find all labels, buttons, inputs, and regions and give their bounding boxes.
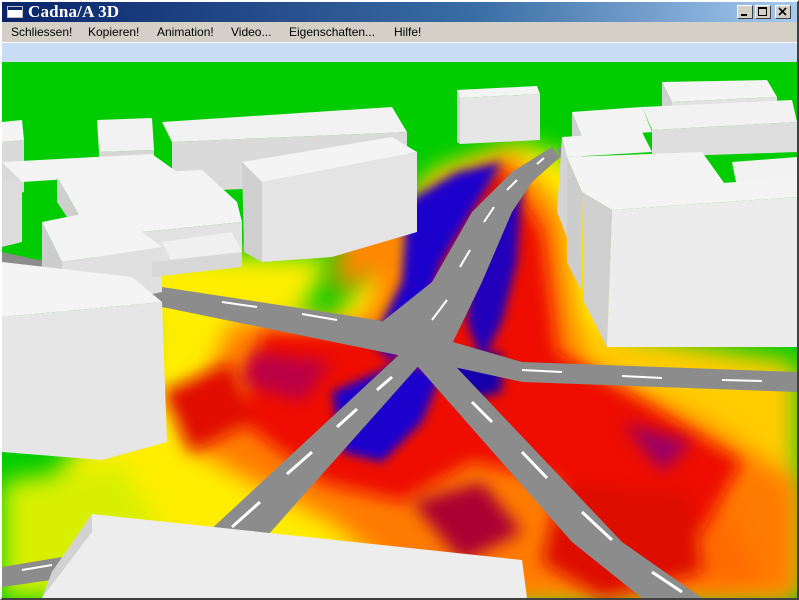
noise-map-scene[interactable]	[2, 62, 797, 598]
menu-properties[interactable]: Eigenschaften...	[289, 25, 375, 39]
building	[457, 86, 540, 144]
menu-close[interactable]: Schliessen!	[11, 25, 72, 39]
menu-animation[interactable]: Animation!	[157, 25, 214, 39]
menu-help[interactable]: Hilfe!	[394, 25, 421, 39]
menu-copy[interactable]: Kopieren!	[88, 25, 139, 39]
minimize-icon	[741, 14, 747, 16]
cadna-3d-window: Cadna/A 3D Schliessen! Kopieren! Animati…	[0, 0, 799, 600]
building	[2, 262, 167, 460]
toolbar-strip	[2, 42, 797, 62]
window-title: Cadna/A 3D	[28, 2, 120, 21]
title-bar[interactable]: Cadna/A 3D	[2, 2, 797, 22]
close-button[interactable]	[775, 5, 791, 19]
maximize-icon	[758, 7, 767, 16]
maximize-button[interactable]	[755, 5, 771, 19]
minimize-button[interactable]	[737, 5, 753, 19]
3d-viewport[interactable]	[2, 62, 797, 598]
close-icon	[778, 7, 787, 16]
building	[642, 100, 797, 157]
menu-video[interactable]: Video...	[231, 25, 271, 39]
lane-mark	[721, 379, 763, 382]
building	[582, 177, 797, 347]
menu-bar: Schliessen! Kopieren! Animation! Video..…	[2, 22, 797, 42]
app-window-icon[interactable]	[7, 6, 23, 18]
